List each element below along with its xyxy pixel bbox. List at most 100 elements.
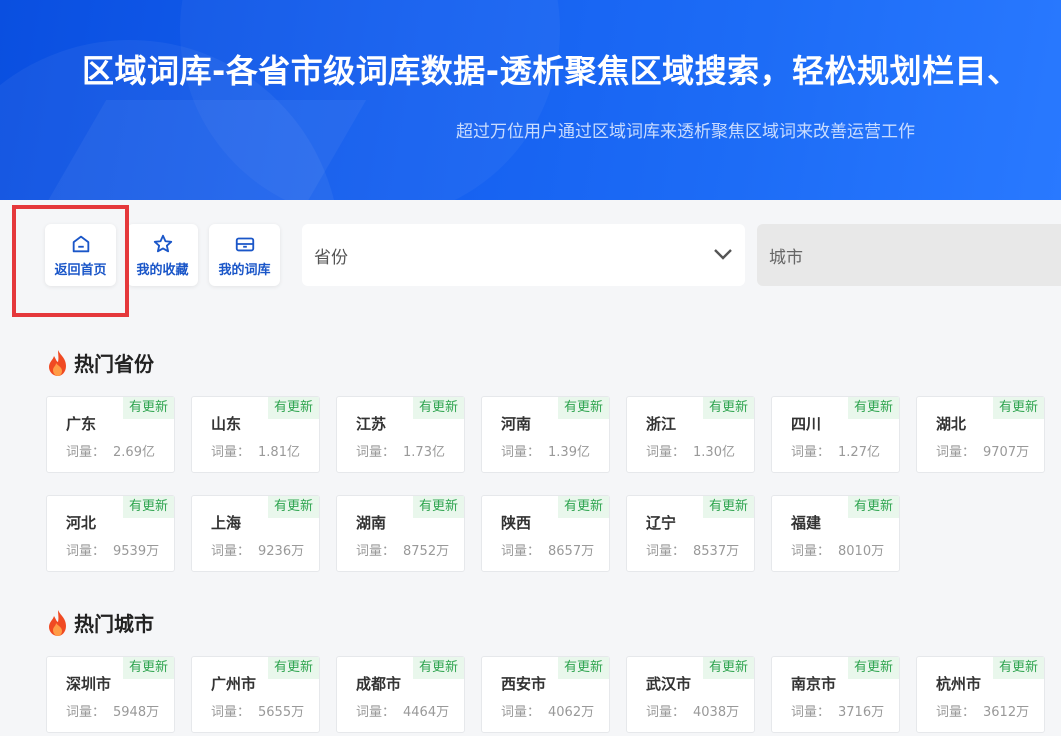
volume-value: 8752万 (403, 544, 450, 559)
update-badge: 有更新 (412, 496, 464, 518)
update-badge: 有更新 (267, 496, 319, 518)
update-badge: 有更新 (992, 657, 1044, 679)
region-card[interactable]: 有更新 广东 词量： 2.69亿 (46, 396, 175, 473)
update-badge: 有更新 (557, 397, 609, 419)
highlight-annotation (12, 205, 129, 317)
volume-label: 词量： (356, 705, 396, 720)
region-name: 成都市 (356, 675, 402, 693)
volume-line: 词量： 9236万 (211, 540, 304, 559)
region-card[interactable]: 有更新 四川 词量： 1.27亿 (771, 396, 900, 473)
region-card[interactable]: 有更新 江苏 词量： 1.73亿 (336, 396, 465, 473)
update-badge: 有更新 (557, 496, 609, 518)
region-name: 山东 (211, 415, 242, 433)
volume-value: 4464万 (403, 705, 450, 720)
region-name: 广州市 (211, 675, 257, 693)
update-badge: 有更新 (847, 496, 899, 518)
volume-label: 词量： (791, 544, 831, 559)
volume-line: 词量： 9539万 (66, 540, 159, 559)
city-select[interactable]: 城市 (757, 224, 1061, 286)
volume-value: 1.81亿 (258, 445, 300, 460)
update-badge: 有更新 (702, 397, 754, 419)
star-icon (153, 234, 172, 252)
update-badge: 有更新 (122, 496, 174, 518)
volume-label: 词量： (646, 544, 686, 559)
region-card[interactable]: 有更新陕西词量： 8657万 (481, 495, 610, 572)
region-card[interactable]: 有更新 武汉市 词量： 4038万 (626, 656, 755, 733)
volume-line: 词量： 8657万 (501, 540, 594, 559)
region-card[interactable]: 有更新 成都市词量： 4464万 (336, 656, 465, 733)
region-card[interactable]: 有更新 广州市词量： 5655万 (191, 656, 320, 733)
volume-line: 词量： 4062万 (501, 701, 594, 720)
region-name: 江苏 (356, 415, 387, 433)
volume-line: 词量： 3612万 (936, 701, 1029, 720)
favorites-button[interactable]: 我的收藏 (127, 224, 198, 286)
volume-label: 词量： (211, 705, 251, 720)
volume-value: 8537万 (693, 544, 740, 559)
volume-label: 词量： (501, 445, 541, 460)
region-card[interactable]: 有更新 杭州市 词量： 3612万 (916, 656, 1045, 733)
volume-value: 8010万 (838, 544, 885, 559)
volume-line: 词量： 1.81亿 (211, 441, 300, 460)
region-card[interactable]: 有更新河北词量： 9539万 (46, 495, 175, 572)
volume-value: 3716万 (838, 705, 885, 720)
volume-line: 词量： 3716万 (791, 701, 884, 720)
region-card[interactable]: 有更新 山东 词量： 1.81亿 (191, 396, 320, 473)
volume-label: 词量： (936, 445, 976, 460)
page-banner: 区域词库-各省市级词库数据-透析聚焦区域搜索，轻松规划栏目、 超过万位用户通过区… (0, 0, 1061, 200)
volume-label: 词量： (211, 445, 251, 460)
update-badge: 有更新 (267, 657, 319, 679)
region-card[interactable]: 有更新 湖南 词量： 8752万 (336, 495, 465, 572)
volume-label: 词量： (356, 544, 396, 559)
volume-value: 1.39亿 (548, 445, 590, 460)
update-badge: 有更新 (702, 657, 754, 679)
fire-icon (49, 609, 66, 636)
region-card[interactable]: 有更新 河南 词量： 1.39亿 (481, 396, 610, 473)
volume-line: 词量： 8752万 (356, 540, 449, 559)
province-select-label: 省份 (314, 247, 348, 268)
favorites-button-label: 我的收藏 (136, 262, 189, 278)
region-name: 陕西 (501, 514, 532, 532)
region-name: 南京市 (791, 675, 837, 693)
volume-value: 1.27亿 (838, 445, 880, 460)
library-button[interactable]: 我的词库 (209, 224, 280, 286)
volume-line: 词量： 4464万 (356, 701, 449, 720)
update-badge: 有更新 (412, 657, 464, 679)
volume-value: 9707万 (983, 445, 1030, 460)
region-name: 西安市 (501, 675, 547, 693)
region-card[interactable]: 有更新上海词量： 9236万 (191, 495, 320, 572)
volume-label: 词量： (936, 705, 976, 720)
province-select[interactable]: 省份 (302, 224, 745, 286)
update-badge: 有更新 (847, 657, 899, 679)
region-card[interactable]: 有更新 浙江 词量： 1.30亿 (626, 396, 755, 473)
volume-label: 词量： (356, 445, 396, 460)
region-card[interactable]: 有更新 西安市 词量： 4062万 (481, 656, 610, 733)
volume-line: 词量： 9707万 (936, 441, 1029, 460)
region-name: 武汉市 (646, 675, 692, 693)
hot-provinces-title: 热门省份 (74, 352, 154, 376)
region-card[interactable]: 有更新 深圳市 词量： 5948万 (46, 656, 175, 733)
volume-value: 9539万 (113, 544, 160, 559)
volume-line: 词量： 8537万 (646, 540, 739, 559)
region-card[interactable]: 有更新 辽宁 词量： 8537万 (626, 495, 755, 572)
volume-line: 词量： 1.30亿 (646, 441, 735, 460)
library-button-label: 我的词库 (218, 262, 271, 278)
volume-value: 2.69亿 (113, 445, 155, 460)
update-badge: 有更新 (702, 496, 754, 518)
fire-icon (49, 349, 66, 376)
volume-line: 词量： 1.27亿 (791, 441, 880, 460)
update-badge: 有更新 (122, 657, 174, 679)
volume-line: 词量： 1.39亿 (501, 441, 590, 460)
volume-label: 词量： (791, 445, 831, 460)
region-name: 四川 (791, 415, 822, 433)
region-name: 河北 (66, 514, 97, 532)
region-card[interactable]: 有更新 福建 词量： 8010万 (771, 495, 900, 572)
volume-value: 5655万 (258, 705, 305, 720)
region-card[interactable]: 有更新 湖北 词量： 9707万 (916, 396, 1045, 473)
region-card[interactable]: 有更新 南京市词量： 3716万 (771, 656, 900, 733)
volume-label: 词量： (646, 705, 686, 720)
volume-label: 词量： (66, 705, 106, 720)
volume-line: 词量： 8010万 (791, 540, 884, 559)
volume-value: 3612万 (983, 705, 1030, 720)
volume-label: 词量： (501, 705, 541, 720)
region-name: 上海 (211, 514, 242, 532)
